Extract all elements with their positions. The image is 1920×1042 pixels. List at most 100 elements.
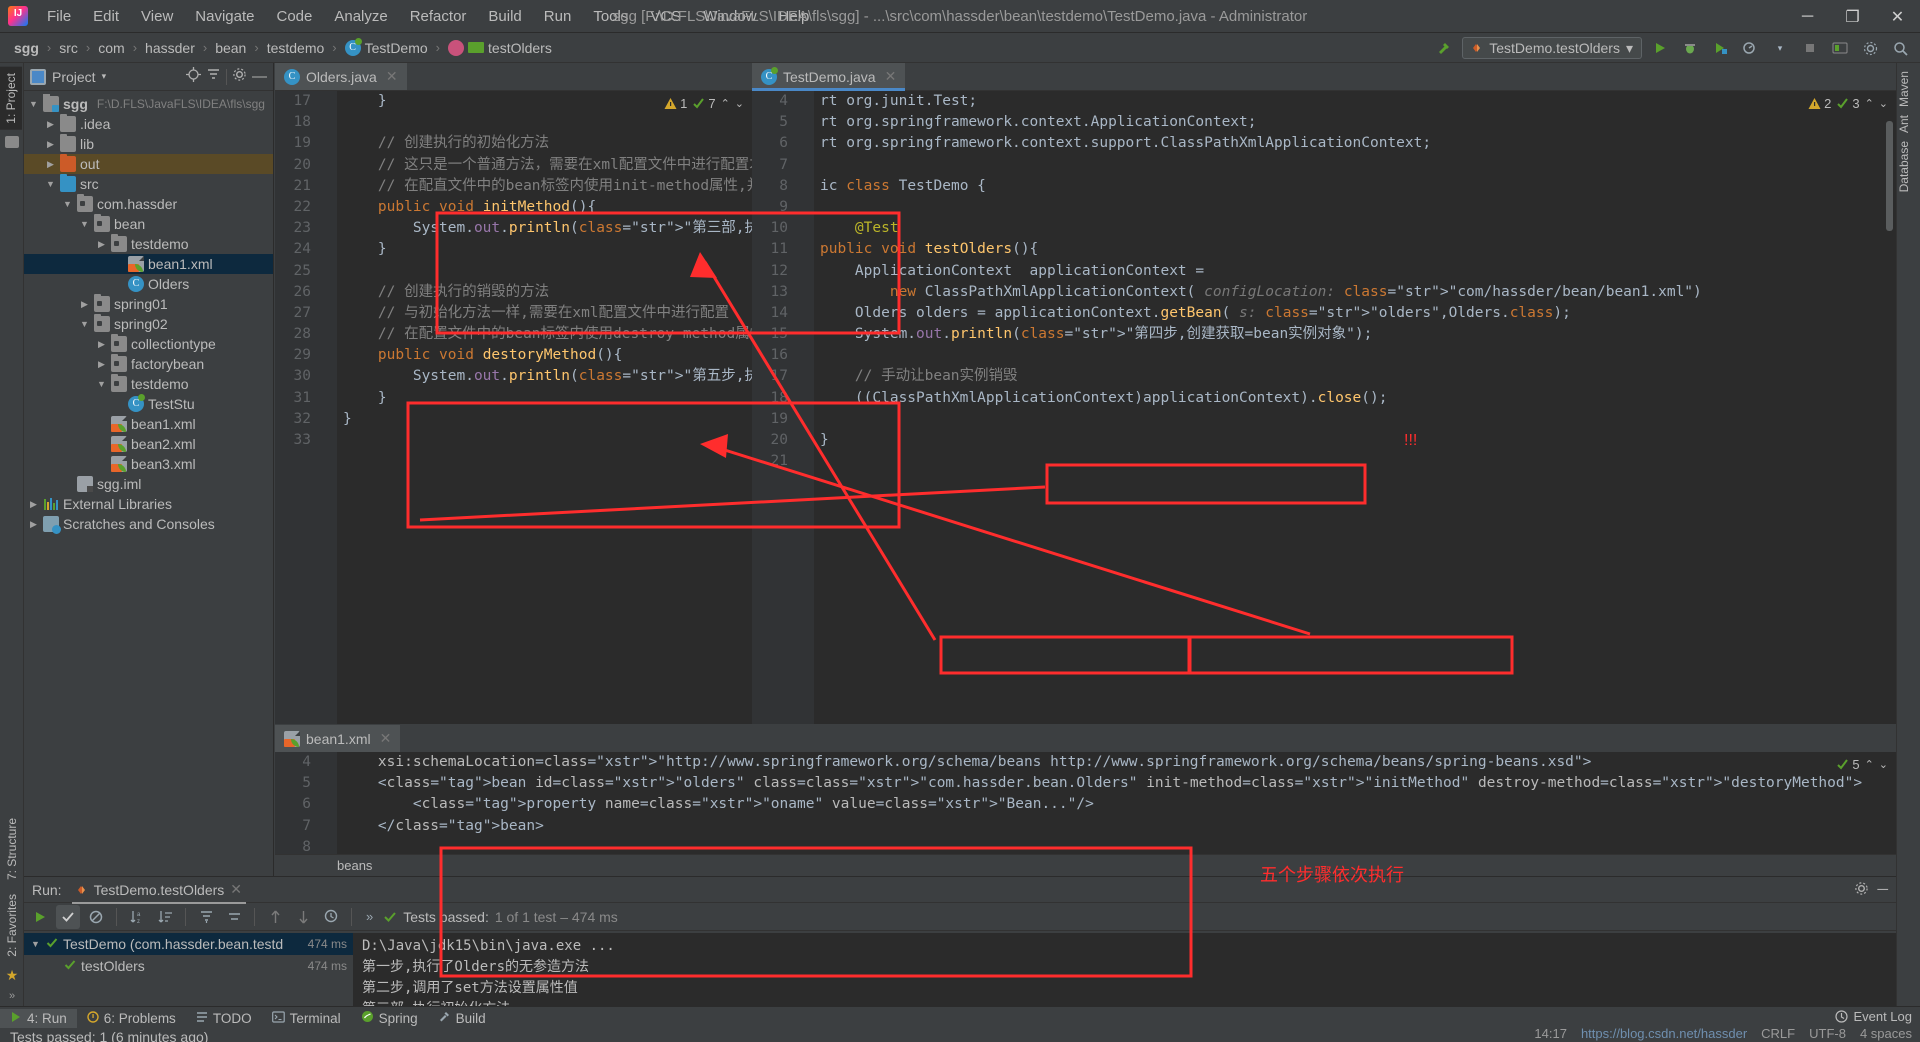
breadcrumb-item-sgg[interactable]: sgg bbox=[10, 38, 43, 58]
debug-button[interactable] bbox=[1678, 36, 1702, 60]
menu-file[interactable]: File bbox=[36, 5, 82, 28]
event-log-button[interactable]: Event Log bbox=[1835, 1009, 1912, 1024]
locate-target-icon[interactable] bbox=[186, 66, 201, 87]
chevron-down-icon[interactable]: ▾ bbox=[102, 71, 107, 82]
sidebar-item-database[interactable]: Database bbox=[1897, 137, 1911, 196]
tab-testdemo-java[interactable]: C TestDemo.java ✕ bbox=[752, 63, 906, 91]
sidebar-item-favorites[interactable]: 2: Favorites bbox=[5, 890, 19, 961]
status-tab-6--problems[interactable]: 6: Problems bbox=[77, 1009, 186, 1028]
menu-navigate[interactable]: Navigate bbox=[184, 5, 265, 28]
status-tab-4--run[interactable]: 4: Run bbox=[0, 1008, 77, 1028]
tree-node-factorybean[interactable]: ▶ factorybean bbox=[24, 354, 273, 374]
menu-code[interactable]: Code bbox=[265, 5, 323, 28]
tree-node-lib[interactable]: ▶ lib bbox=[24, 134, 273, 154]
menu-tools[interactable]: Tools bbox=[582, 5, 639, 28]
chevron-right-icon[interactable]: ▶ bbox=[28, 519, 39, 530]
sidebar-item-ant[interactable]: Ant bbox=[1897, 111, 1911, 137]
console-output[interactable]: D:\Java\jdk15\bin\java.exe ... 第一步,执行了Old… bbox=[354, 933, 1896, 1006]
next-inspection-icon[interactable]: ⌄ bbox=[1879, 97, 1888, 110]
menu-refactor[interactable]: Refactor bbox=[399, 5, 478, 28]
chevron-right-icon[interactable]: ▶ bbox=[45, 159, 56, 170]
tree-node-olders[interactable]: ▶COlders bbox=[24, 274, 273, 294]
menu-analyze[interactable]: Analyze bbox=[323, 5, 398, 28]
chevron-down-icon[interactable]: ▼ bbox=[28, 99, 39, 109]
breadcrumb-item-testolders[interactable]: testOlders bbox=[444, 38, 556, 58]
status-tab-terminal[interactable]: Terminal bbox=[262, 1009, 351, 1028]
test-row[interactable]: ▼testOlders474 ms bbox=[24, 955, 353, 977]
menu-window[interactable]: Window bbox=[692, 5, 767, 28]
tree-node-testdemo[interactable]: ▼ testdemo bbox=[24, 374, 273, 394]
close-button[interactable]: ✕ bbox=[1875, 0, 1920, 33]
tree-node-bean2-xml[interactable]: ▶bean2.xml bbox=[24, 434, 273, 454]
rerun-button[interactable] bbox=[28, 905, 52, 929]
sort-alphabetically-button[interactable]: az bbox=[125, 905, 149, 929]
run-configuration-selector[interactable]: TestDemo.testOlders ▾ bbox=[1462, 37, 1642, 59]
inspection-check-count[interactable]: 7 bbox=[692, 96, 716, 111]
chevron-down-icon[interactable]: ▾ bbox=[1626, 40, 1633, 57]
tab-olders-java[interactable]: C Olders.java ✕ bbox=[275, 63, 407, 90]
close-icon[interactable]: ✕ bbox=[380, 730, 392, 747]
hide-panel-icon[interactable]: ─ bbox=[1877, 881, 1888, 899]
expand-strip-icon[interactable]: » bbox=[9, 990, 15, 1002]
chevron-down-icon[interactable]: ▼ bbox=[30, 939, 41, 949]
run-session-tab[interactable]: TestDemo.testOlders ✕ bbox=[71, 877, 247, 904]
tree-node-spring02[interactable]: ▼ spring02 bbox=[24, 314, 273, 334]
indent-setting[interactable]: 4 spaces bbox=[1860, 1026, 1912, 1041]
chevron-down-icon[interactable]: ▼ bbox=[45, 179, 56, 189]
chevron-right-icon[interactable]: ▶ bbox=[79, 299, 90, 310]
prev-inspection-icon[interactable]: ⌃ bbox=[1865, 97, 1874, 110]
tree-node-external-libraries[interactable]: ▶ External Libraries bbox=[24, 494, 273, 514]
tree-node--idea[interactable]: ▶ .idea bbox=[24, 114, 273, 134]
code-area-xml[interactable]: 5 ⌃ ⌄ 4 5 6 7 8 xsi:schemaLocation=class="xs… bbox=[275, 752, 1896, 854]
status-tab-spring[interactable]: Spring bbox=[351, 1008, 428, 1028]
test-row[interactable]: ▼ TestDemo (com.hassder.bean.testd 474 ms bbox=[24, 933, 353, 955]
prev-inspection-icon[interactable]: ⌃ bbox=[721, 97, 730, 110]
sidebar-item-maven[interactable]: Maven bbox=[1897, 67, 1911, 111]
run-with-coverage-button[interactable] bbox=[1708, 36, 1732, 60]
breadcrumb[interactable]: sgg › src › com › hassder › bean › testdemo › C TestD… bbox=[0, 37, 556, 58]
tree-node-bean[interactable]: ▼ bean bbox=[24, 214, 273, 234]
chevron-right-icon[interactable]: ▶ bbox=[45, 119, 56, 130]
test-results-tree[interactable]: ▼TestDemo (com.hassder.bean.testd474 ms▼… bbox=[24, 933, 354, 1006]
line-separator[interactable]: CRLF bbox=[1761, 1026, 1795, 1041]
close-icon[interactable]: ✕ bbox=[386, 68, 398, 85]
inspection-check-count[interactable]: 3 bbox=[1836, 96, 1860, 111]
inspection-check-count[interactable]: 5 bbox=[1836, 757, 1860, 772]
menu-edit[interactable]: Edit bbox=[82, 5, 130, 28]
project-tree[interactable]: ▼ sgg F:\D.FLS\JavaFLS\IDEA\fls\sgg ▶ .idea ▶… bbox=[24, 91, 273, 876]
breadcrumb-item-bean[interactable]: bean bbox=[211, 38, 250, 58]
show-passed-toggle[interactable] bbox=[56, 904, 80, 929]
chevron-right-icon[interactable]: ▶ bbox=[96, 359, 107, 370]
tab-bean1-xml[interactable]: bean1.xml ✕ bbox=[275, 725, 401, 752]
encoding[interactable]: UTF-8 bbox=[1809, 1026, 1846, 1041]
chevron-down-icon[interactable]: ▼ bbox=[79, 319, 90, 329]
breadcrumb-item-hassder[interactable]: hassder bbox=[141, 38, 199, 58]
chevron-right-icon[interactable]: ▶ bbox=[96, 339, 107, 350]
tree-node-bean1-xml[interactable]: ▶bean1.xml bbox=[24, 414, 273, 434]
chevron-down-icon[interactable]: ▼ bbox=[79, 219, 90, 229]
tree-node-scratches-and-consoles[interactable]: ▶ Scratches and Consoles bbox=[24, 514, 273, 534]
prev-inspection-icon[interactable]: ⌃ bbox=[1865, 758, 1874, 771]
stop-button[interactable] bbox=[1798, 36, 1822, 60]
menu-bar[interactable]: File Edit View Navigate Code Analyze Refactor B… bbox=[36, 5, 820, 28]
favorites-star-icon[interactable]: ★ bbox=[6, 967, 19, 984]
sidebar-item-project[interactable]: 1: Project bbox=[0, 67, 22, 130]
chevron-down-icon[interactable]: ▼ bbox=[62, 199, 73, 209]
breadcrumb-item-com[interactable]: com bbox=[94, 38, 128, 58]
hide-panel-icon[interactable]: — bbox=[252, 68, 267, 85]
menu-build[interactable]: Build bbox=[477, 5, 532, 28]
next-inspection-icon[interactable]: ⌄ bbox=[735, 97, 744, 110]
breadcrumb-item-testdemo[interactable]: C TestDemo bbox=[341, 37, 432, 58]
tree-node-testdemo[interactable]: ▶ testdemo bbox=[24, 234, 273, 254]
next-failed-test-button[interactable] bbox=[291, 905, 315, 929]
breadcrumb-item-src[interactable]: src bbox=[55, 38, 82, 58]
status-tab-build[interactable]: Build bbox=[428, 1008, 496, 1028]
breadcrumb-item-testdemo[interactable]: testdemo bbox=[263, 38, 329, 58]
tree-node-collectiontype[interactable]: ▶ collectiontype bbox=[24, 334, 273, 354]
minimize-button[interactable]: ─ bbox=[1785, 0, 1830, 33]
update-project-icon[interactable] bbox=[1828, 36, 1852, 60]
close-icon[interactable]: ✕ bbox=[885, 68, 897, 85]
warning-count[interactable]: 1 bbox=[664, 96, 687, 111]
settings-gear-icon[interactable] bbox=[1858, 36, 1882, 60]
tree-node-sgg[interactable]: ▼ sgg F:\D.FLS\JavaFLS\IDEA\fls\sgg bbox=[24, 94, 273, 114]
